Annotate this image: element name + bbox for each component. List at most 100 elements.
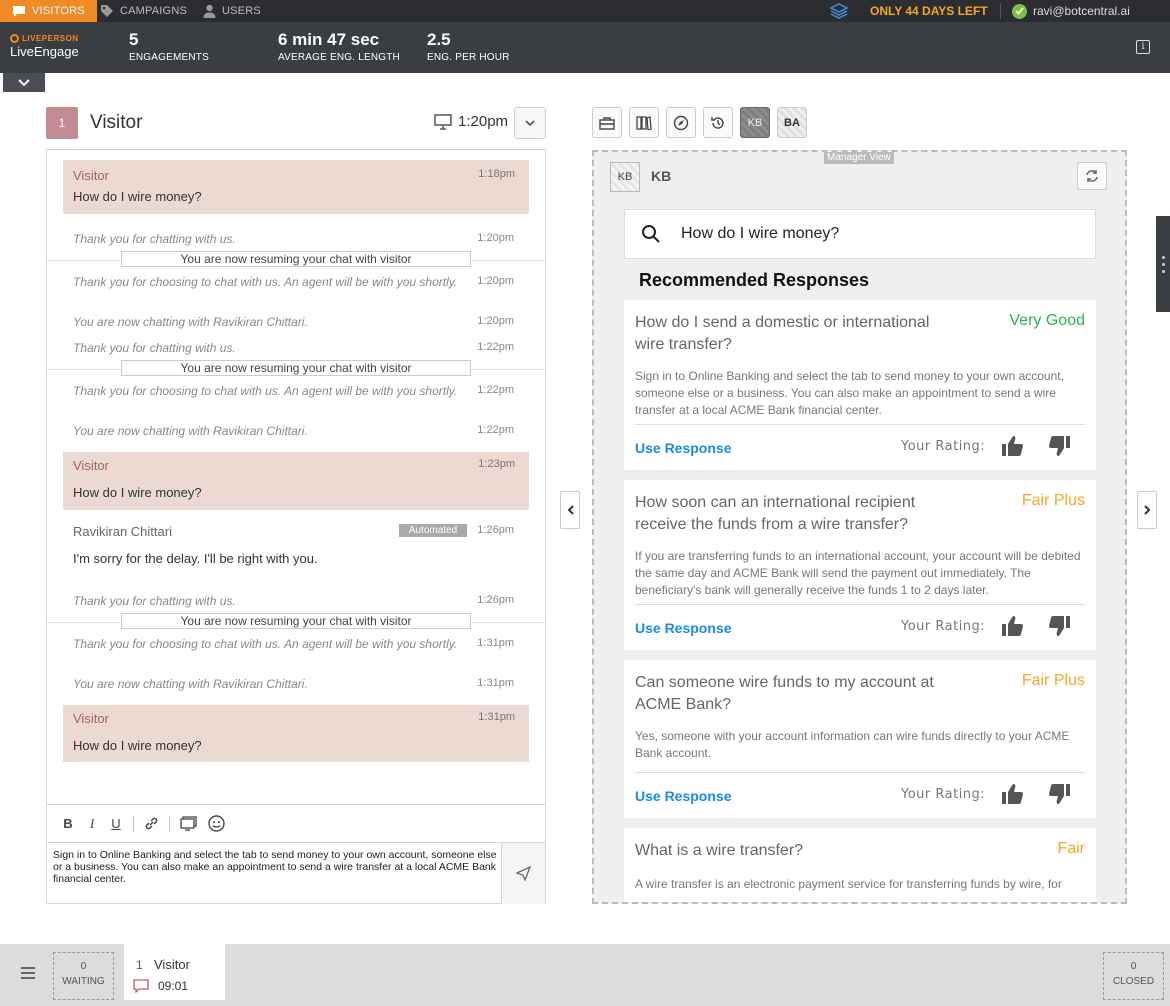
layers-icon[interactable] xyxy=(830,3,848,19)
response-answer: A wire transfer is an electronic payment… xyxy=(635,877,1062,891)
thumbs-down-icon[interactable] xyxy=(1048,614,1072,638)
chat-title: Visitor xyxy=(90,112,143,133)
automated-tag: Automated xyxy=(399,524,467,537)
tag-icon xyxy=(101,5,113,17)
use-response-button[interactable]: Use Response xyxy=(635,788,731,804)
books-icon xyxy=(636,115,652,130)
stat-engagements: 5 ENGAGEMENTS xyxy=(129,30,209,63)
system-message-time: 1:20pm xyxy=(477,275,514,287)
thumbs-up-icon[interactable] xyxy=(1000,782,1024,806)
bold-button[interactable]: B xyxy=(61,816,75,831)
underline-button[interactable]: U xyxy=(109,816,123,831)
message-input-text[interactable]: Sign in to Online Banking and select the… xyxy=(53,849,501,885)
system-message-time: 1:22pm xyxy=(477,341,514,353)
kb-search-input[interactable]: How do I wire money? xyxy=(624,209,1096,259)
thumbs-up-icon[interactable] xyxy=(1000,614,1024,638)
search-icon xyxy=(642,225,660,243)
widget-kb-button[interactable]: KB xyxy=(740,107,770,138)
system-message: Thank you for chatting with us. xyxy=(73,232,236,246)
history-icon xyxy=(711,116,724,129)
system-message-time: 1:22pm xyxy=(477,424,514,436)
collapse-right-button[interactable] xyxy=(1137,491,1157,529)
rating-label: Your Rating: xyxy=(901,619,986,634)
refresh-button[interactable] xyxy=(1077,162,1107,190)
trial-notice[interactable]: ONLY 44 DAYS LEFT xyxy=(870,0,988,22)
toolbar-divider xyxy=(133,815,134,832)
tab-campaigns[interactable]: CAMPAIGNS xyxy=(100,0,187,22)
visitor-message: Visitor 1:31pm How do I wire money? xyxy=(63,705,529,762)
liveperson-logo-icon xyxy=(10,34,19,43)
closed-counter[interactable]: 0 CLOSED xyxy=(1103,952,1164,1000)
briefcase-icon xyxy=(599,116,615,130)
handle-dot xyxy=(1161,255,1165,259)
response-card: How do I send a domestic or internationa… xyxy=(624,300,1096,470)
use-response-button[interactable]: Use Response xyxy=(635,620,731,636)
kb-panel: Manager View KB KB How do I wire money? … xyxy=(592,150,1127,904)
thumbs-down-icon[interactable] xyxy=(1048,782,1072,806)
desktop-icon xyxy=(434,113,452,130)
collapse-left-button[interactable] xyxy=(560,491,580,529)
menu-icon[interactable] xyxy=(20,966,36,980)
resume-notice: You are now resuming your chat with visi… xyxy=(121,251,471,267)
stats-header: LIVEPERSON LiveEngage 5 ENGAGEMENTS 6 mi… xyxy=(0,22,1170,73)
handle-dot xyxy=(1161,269,1165,273)
user-icon xyxy=(203,4,216,18)
widget-history-button[interactable] xyxy=(703,107,733,138)
agent-message: I'm sorry for the delay. I'll be right w… xyxy=(73,551,318,566)
response-answer: Sign in to Online Banking and select the… xyxy=(635,369,1064,417)
response-question: How do I send a domestic or internationa… xyxy=(635,314,930,353)
system-message-time: 1:26pm xyxy=(477,594,514,606)
link-icon[interactable] xyxy=(144,816,159,831)
response-score: Fair xyxy=(1057,840,1085,857)
chat-options-button[interactable] xyxy=(514,107,546,139)
widget-compass-button[interactable] xyxy=(666,107,696,138)
tab-visitors[interactable]: VISITORS xyxy=(0,0,97,22)
system-message-time: 1:31pm xyxy=(477,677,514,689)
card-divider xyxy=(635,424,1085,425)
stat-avg-length: 6 min 47 sec AVERAGE ENG. LENGTH xyxy=(278,30,400,63)
info-icon[interactable]: i xyxy=(1136,40,1150,54)
send-button[interactable] xyxy=(501,843,545,904)
kb-title: KB xyxy=(651,168,672,184)
italic-button[interactable]: I xyxy=(85,816,99,832)
response-answer: Yes, someone with your account informati… xyxy=(635,729,1070,760)
system-message-time: 1:31pm xyxy=(477,637,514,649)
card-divider xyxy=(635,772,1085,773)
visitor-message: Visitor 1:18pm How do I wire money? xyxy=(63,160,529,214)
chevron-down-icon xyxy=(525,119,535,126)
thumbs-up-icon[interactable] xyxy=(1000,434,1024,458)
widget-briefcase-button[interactable] xyxy=(592,107,622,138)
visitor-conversation-tab[interactable]: 1 Visitor 09:01 xyxy=(124,944,225,1000)
editor-toolbar: B I U xyxy=(47,804,545,842)
top-nav: VISITORS CAMPAIGNS USERS ONLY 44 DAYS LE… xyxy=(0,0,1170,22)
visitor-message: Visitor 1:23pm How do I wire money? xyxy=(63,452,529,510)
tab-users[interactable]: USERS xyxy=(203,0,261,22)
system-message-time: 1:20pm xyxy=(477,232,514,244)
chat-transcript: Visitor 1:18pm How do I wire money? Than… xyxy=(46,149,546,904)
compass-icon xyxy=(673,115,689,130)
widget-ba-button[interactable]: BA xyxy=(777,107,807,138)
message-input[interactable]: Sign in to Online Banking and select the… xyxy=(47,842,545,904)
visitor-number-badge: 1 xyxy=(46,107,78,139)
side-panel-handle[interactable] xyxy=(1156,216,1170,312)
chevron-right-icon xyxy=(1143,505,1150,515)
bottom-bar: 0 WAITING 1 Visitor 09:01 0 CLOSED xyxy=(0,944,1170,1006)
cobrowse-icon[interactable] xyxy=(180,816,198,831)
card-divider xyxy=(635,604,1085,605)
thumbs-down-icon[interactable] xyxy=(1048,434,1072,458)
emoji-icon[interactable] xyxy=(208,815,225,832)
system-message: Thank you for choosing to chat with us. … xyxy=(73,384,458,398)
response-score: Fair Plus xyxy=(1021,672,1085,689)
user-menu[interactable]: ravi@botcentral.ai xyxy=(1012,0,1130,22)
response-question: What is a wire transfer? xyxy=(635,842,804,859)
widget-library-button[interactable] xyxy=(629,107,659,138)
response-score: Very Good xyxy=(1009,312,1085,329)
system-message: Thank you for choosing to chat with us. … xyxy=(73,275,458,289)
manager-view-label: Manager View xyxy=(824,152,894,164)
collapse-header-button[interactable] xyxy=(3,73,45,92)
system-message: You are now chatting with Ravikiran Chit… xyxy=(73,677,308,691)
use-response-button[interactable]: Use Response xyxy=(635,440,731,456)
user-email: ravi@botcentral.ai xyxy=(1033,4,1130,18)
waiting-counter[interactable]: 0 WAITING xyxy=(53,952,114,1000)
system-message-time: 1:22pm xyxy=(477,384,514,396)
